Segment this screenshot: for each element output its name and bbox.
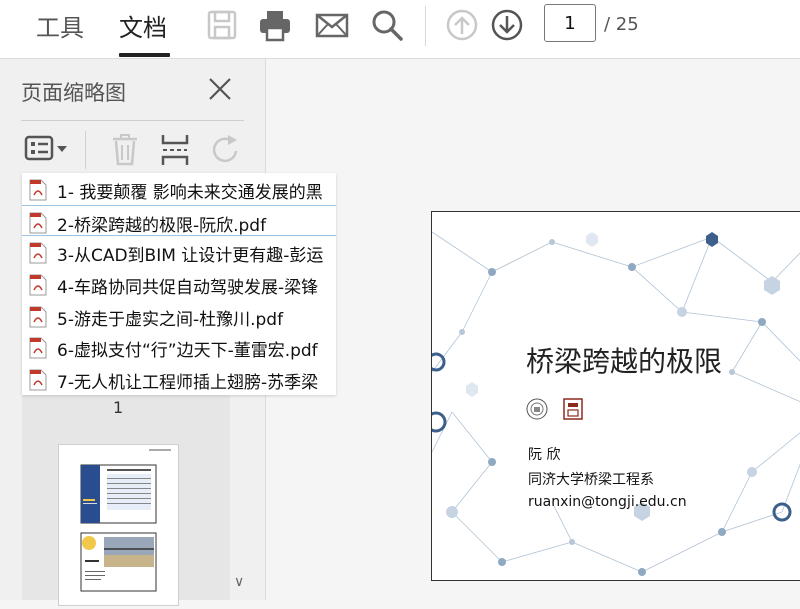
pdf-file-icon	[29, 242, 47, 264]
tab-tools[interactable]: 工具	[36, 8, 84, 43]
slide-author: 阮 欣	[528, 447, 561, 463]
list-item-label: 6-虚拟支付“行”边天下-董雷宏.pdf	[57, 341, 318, 362]
thumbnail-page-2[interactable]	[58, 444, 179, 606]
list-item[interactable]: 1- 我要颠覆 影响未来交通发展的黑	[22, 173, 336, 205]
search-icon[interactable]	[370, 8, 404, 42]
rotate-icon[interactable]	[210, 133, 242, 167]
list-item[interactable]: 5-游走于虚实之间-杜豫川.pdf	[22, 300, 336, 332]
pdf-file-icon	[29, 369, 47, 391]
list-item-label: 2-桥梁跨越的极限-阮欣.pdf	[57, 215, 267, 236]
pdf-file-icon	[29, 337, 47, 359]
network-background	[432, 231, 800, 576]
toolbar-separator	[425, 6, 426, 46]
save-icon[interactable]	[205, 8, 239, 42]
tab-document[interactable]: 文档	[119, 8, 167, 43]
list-item[interactable]: 4-车路协同共促自动驾驶发展-梁锋	[22, 268, 336, 300]
mail-icon[interactable]	[315, 8, 349, 42]
next-page-icon[interactable]	[490, 8, 524, 42]
list-item[interactable]: 7-无人机让工程师插上翅膀-苏季梁	[22, 363, 336, 395]
pdf-file-icon	[29, 306, 47, 328]
extract-page-icon[interactable]	[160, 133, 190, 167]
panel-divider	[21, 120, 244, 121]
thumbnail-page-label: 1	[113, 398, 124, 417]
panel-tool-separator	[85, 131, 86, 169]
page-total: / 25	[604, 14, 639, 35]
close-icon[interactable]	[206, 75, 234, 103]
slide-affiliation: 同济大学桥梁工程系	[528, 472, 654, 488]
list-item-label: 5-游走于虚实之间-杜豫川.pdf	[57, 309, 284, 330]
tongji-emblem-icon	[526, 398, 548, 420]
slide-email: ruanxin@tongji.edu.cn	[528, 494, 687, 510]
list-item[interactable]: 6-虚拟支付“行”边天下-董雷宏.pdf	[22, 331, 336, 363]
thumbnail-preview	[80, 449, 171, 592]
list-item-label: 1- 我要颠覆 影响未来交通发展的黑	[57, 183, 323, 203]
list-item-label: 4-车路协同共促自动驾驶发展-梁锋	[57, 278, 319, 299]
thumbnail-options-icon[interactable]	[24, 133, 70, 165]
active-tab-indicator	[119, 53, 170, 57]
list-item-label: 3-从CAD到BIM 让设计更有趣-彭运	[57, 246, 324, 267]
pdf-file-icon	[29, 212, 47, 234]
panel-title: 页面缩略图	[21, 81, 126, 105]
list-item[interactable]: 2-桥梁跨越的极限-阮欣.pdf	[22, 204, 336, 237]
college-emblem-icon	[563, 398, 583, 420]
page-number-input[interactable]: 1	[544, 4, 596, 42]
slide-page: 桥梁跨越的极限 阮 欣 同济大学桥梁工程系 ruanxin@tongji.edu…	[431, 211, 800, 581]
list-item[interactable]: 3-从CAD到BIM 让设计更有趣-彭运	[22, 236, 336, 268]
pdf-file-icon	[29, 274, 47, 296]
list-item-label: 7-无人机让工程师插上翅膀-苏季梁	[57, 373, 319, 394]
chevron-down-icon[interactable]: ∨	[234, 574, 244, 590]
delete-icon[interactable]	[110, 133, 140, 167]
slide-title: 桥梁跨越的极限	[526, 345, 723, 378]
previous-page-icon[interactable]	[445, 8, 479, 42]
print-icon[interactable]	[258, 8, 292, 42]
pdf-file-icon	[29, 179, 47, 201]
attachment-list: 1- 我要颠覆 影响未来交通发展的黑 2-桥梁跨越的极限-阮欣.pdf 3-从C…	[22, 173, 336, 395]
top-toolbar: 工具 文档 1 / 25	[0, 0, 800, 59]
